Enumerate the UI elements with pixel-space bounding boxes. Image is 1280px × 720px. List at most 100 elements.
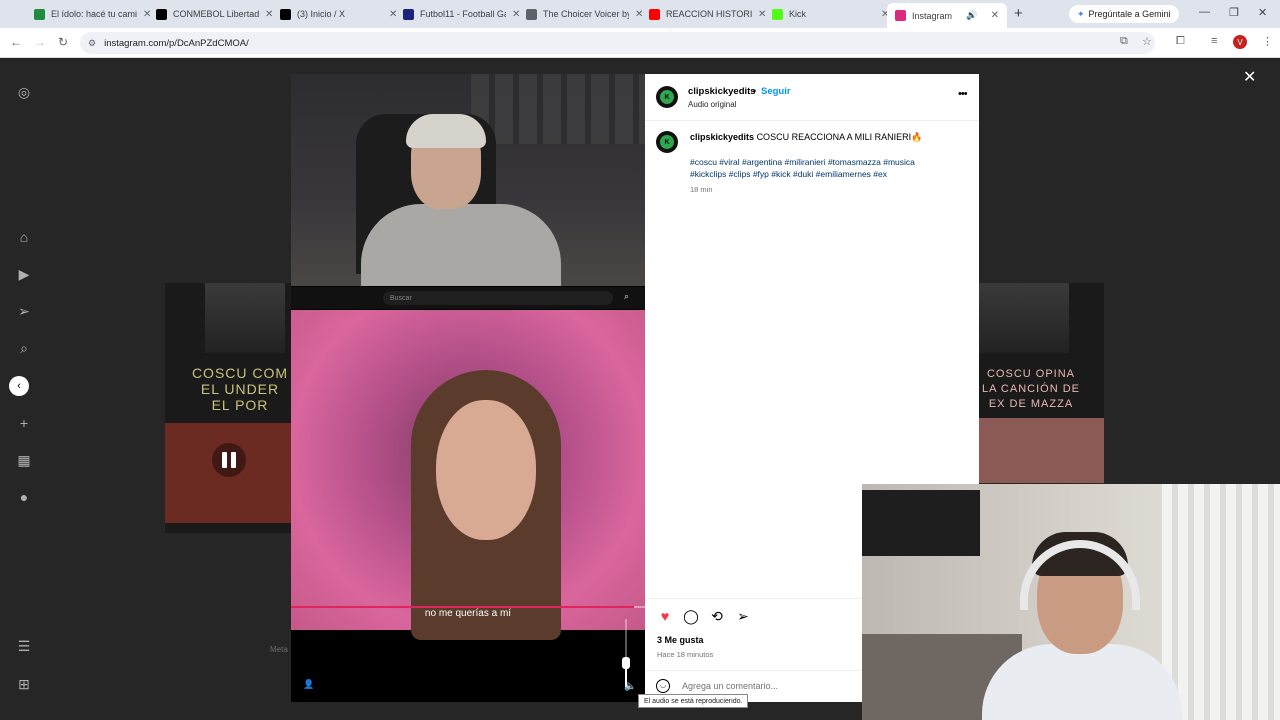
tab-7[interactable]: Kick ✕ xyxy=(764,4,897,24)
stream-bottom-frame xyxy=(291,310,645,640)
streamer-image xyxy=(406,114,486,148)
site-info-icon[interactable]: ⚙ xyxy=(88,38,96,49)
tagged-users-icon[interactable]: 👤 xyxy=(303,679,315,691)
likes-count[interactable]: 3 Me gusta xyxy=(657,635,704,645)
share-icon[interactable]: ➢ xyxy=(735,608,751,624)
reel-video[interactable]: Buscar ⌕ no me querías a mí 👤 🔈 xyxy=(291,74,645,702)
browser-tab-bar: El ídolo: hacé tu camino ✕ CONMEBOL Libe… xyxy=(0,0,1280,28)
streamer-image xyxy=(361,204,561,286)
volume-knob[interactable] xyxy=(622,657,630,669)
audio-tooltip: El audio se está reproduciendo. xyxy=(638,694,749,708)
avatar-logo: K xyxy=(660,135,674,149)
thumbnail-image xyxy=(979,418,1104,483)
search-icon: ⌕ xyxy=(624,291,630,301)
emoji-icon[interactable]: ◡ xyxy=(656,679,670,693)
back-arrow-icon[interactable]: ← xyxy=(10,35,22,49)
card-caption: COSCU COM EL UNDER EL POR xyxy=(191,365,289,413)
extensions-icon[interactable]: ⧠ xyxy=(1176,35,1185,48)
video-subtitle: no me querías a mí xyxy=(424,608,512,619)
profile-avatar[interactable]: V xyxy=(1233,35,1247,49)
instagram-page: ◎ ⌂ ▶ ➢ ⌕ ‹ + ▦ ● ☰ ⊞ Meta COSCU COM EL … xyxy=(0,59,1280,720)
tab-audio-icon[interactable]: 🔊 xyxy=(966,10,977,21)
new-tab-icon[interactable]: + xyxy=(1014,5,1023,22)
avatar[interactable]: K xyxy=(656,86,678,108)
instagram-sidebar: ◎ ⌂ ▶ ➢ ⌕ ‹ + ▦ ● ☰ ⊞ xyxy=(0,59,48,720)
pause-icon xyxy=(222,452,227,468)
tab-favicon-icon xyxy=(895,10,906,21)
stream-top-frame xyxy=(291,74,645,286)
direct-icon[interactable]: ➢ xyxy=(16,303,32,319)
separator-dot: • xyxy=(753,86,757,96)
tab-favicon-icon xyxy=(34,8,45,20)
previous-post-card[interactable]: COSCU COM EL UNDER EL POR xyxy=(165,283,291,533)
profile-icon[interactable]: ● xyxy=(16,489,32,505)
meta-label: Meta xyxy=(270,645,288,654)
volume-slider[interactable] xyxy=(622,619,630,689)
browser-menu-icon[interactable]: ⋮ xyxy=(1262,35,1273,48)
browser-toolbar: ← → ↻ ⚙ instagram.com/p/DcAnPZdCMOA/ ⧉ ☆… xyxy=(0,28,1280,58)
post-username[interactable]: clipskickyedits xyxy=(688,86,756,97)
gemini-icon: ✦ xyxy=(1077,8,1085,19)
window-close-icon[interactable]: ✕ xyxy=(1258,6,1267,19)
restore-icon[interactable]: ❐ xyxy=(1229,6,1239,19)
tab-title: REACCION HISTORICA xyxy=(666,9,752,19)
embedded-search-input: Buscar xyxy=(383,291,613,305)
pause-button[interactable] xyxy=(212,443,246,477)
home-icon[interactable]: ⌂ xyxy=(16,229,32,245)
divider xyxy=(645,120,979,121)
caption-username[interactable]: clipskickyedits xyxy=(690,132,754,142)
tab-5[interactable]: The Choicer Voicer by ✕ xyxy=(518,4,651,24)
tab-title: Kick xyxy=(789,9,807,19)
tab-close-icon[interactable]: ✕ xyxy=(991,10,999,21)
tab-1[interactable]: El ídolo: hacé tu camino ✕ xyxy=(26,4,159,24)
instagram-icon[interactable]: ◎ xyxy=(16,84,32,100)
repost-icon[interactable]: ⟲ xyxy=(709,608,725,624)
tab-favicon-icon xyxy=(156,8,167,20)
more-options-icon[interactable]: ••• xyxy=(958,88,968,100)
install-app-icon[interactable]: ⧉ xyxy=(1120,35,1128,48)
tab-2[interactable]: CONMEBOL Libertadores ✕ xyxy=(148,4,281,24)
address-bar[interactable]: ⚙ instagram.com/p/DcAnPZdCMOA/ xyxy=(80,32,1155,54)
webcam-image xyxy=(1162,484,1280,720)
reload-icon[interactable]: ↻ xyxy=(58,35,68,49)
forward-arrow-icon[interactable]: → xyxy=(34,35,46,49)
tab-favicon-icon xyxy=(403,8,414,20)
speaker-icon[interactable]: 🔈 xyxy=(624,681,636,692)
create-icon[interactable]: + xyxy=(16,415,32,431)
tab-4[interactable]: Futbol11 - Football Games ✕ xyxy=(395,4,528,24)
tab-8-active[interactable]: Instagram 🔊 ✕ xyxy=(887,3,1007,28)
tab-3[interactable]: (3) Inicio / X ✕ xyxy=(272,4,405,24)
comment-icon[interactable]: ◯ xyxy=(683,608,699,624)
singer-image xyxy=(436,400,536,540)
card-caption: COSCU OPINA LA CANCIÓN DE EX DE MAZZA xyxy=(982,368,1080,410)
tab-title: Instagram xyxy=(912,10,953,21)
caption-hashtags[interactable]: #coscu #viral #argentina #miliranieri #t… xyxy=(690,156,950,180)
webcam-overlay xyxy=(862,484,1280,720)
thumbnail-image xyxy=(979,283,1069,353)
tab-title: The Choicer Voicer by xyxy=(543,9,629,19)
tab-favicon-icon xyxy=(772,8,783,20)
avatar[interactable]: K xyxy=(656,131,678,153)
embedded-search-bar: Buscar ⌕ xyxy=(291,287,645,309)
more-icon[interactable]: ⊞ xyxy=(16,676,32,692)
back-icon[interactable]: ‹ xyxy=(9,376,29,396)
next-post-card[interactable]: COSCU OPINA LA CANCIÓN DE EX DE MAZZA xyxy=(979,283,1104,483)
dashboard-icon[interactable]: ▦ xyxy=(16,452,32,468)
search-icon[interactable]: ⌕ xyxy=(16,340,32,356)
follow-button[interactable]: Seguir xyxy=(761,86,791,97)
gemini-button[interactable]: ✦ Pregúntale a Gemini xyxy=(1069,5,1179,23)
media-controls-icon[interactable]: ≡ xyxy=(1211,35,1217,47)
like-heart-icon[interactable]: ♥ xyxy=(657,608,673,624)
menu-icon[interactable]: ☰ xyxy=(16,638,32,654)
tab-favicon-icon xyxy=(649,8,660,20)
post-actions: ♥ ◯ ⟲ ➢ xyxy=(657,608,751,624)
close-modal-icon[interactable]: ✕ xyxy=(1243,67,1256,87)
minimize-icon[interactable]: — xyxy=(1199,6,1210,18)
post-date: Hace 18 minutos xyxy=(657,650,714,659)
reels-icon[interactable]: ▶ xyxy=(16,266,32,282)
comment-input[interactable]: Agrega un comentario... xyxy=(682,681,778,691)
bookmark-star-icon[interactable]: ☆ xyxy=(1142,35,1152,48)
url-text: instagram.com/p/DcAnPZdCMOA/ xyxy=(104,37,249,49)
audio-link[interactable]: Audio original xyxy=(688,100,736,109)
tab-6[interactable]: REACCION HISTORICA ✕ xyxy=(641,4,774,24)
